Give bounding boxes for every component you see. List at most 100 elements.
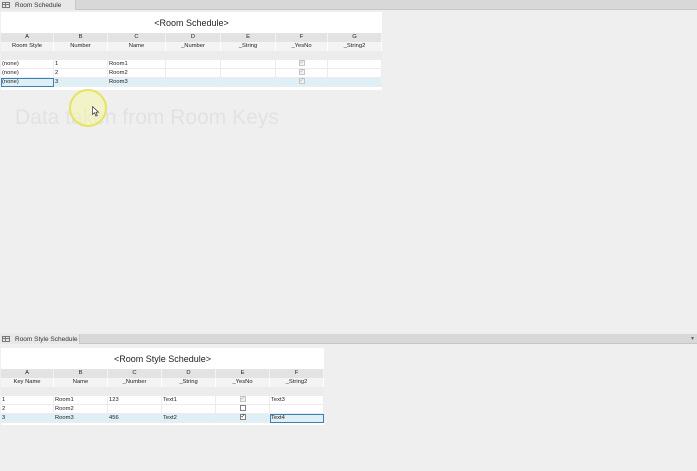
column-header[interactable]: _Number — [166, 42, 221, 51]
column-letter[interactable]: C — [108, 33, 166, 42]
column-header[interactable]: _YesNo — [216, 378, 270, 387]
param-string-cell[interactable]: Text2 — [162, 414, 216, 423]
number-cell[interactable]: 1 — [54, 60, 108, 69]
name-cell[interactable]: Room1 — [108, 60, 166, 69]
tab-label: Room Style Schedule — [15, 335, 78, 343]
table-row[interactable]: 1 Room1 123 Text1 Text3 — [1, 396, 324, 405]
schedule-title: <Room Style Schedule> — [113, 353, 212, 364]
room-style-cell[interactable]: (none) — [1, 69, 54, 78]
number-cell[interactable]: 3 — [54, 78, 108, 87]
param-string-cell[interactable]: Text1 — [162, 396, 216, 405]
column-header[interactable]: _String2 — [328, 42, 382, 51]
column-letter[interactable]: G — [328, 33, 382, 42]
table-row[interactable]: 2 Room2 — [1, 405, 324, 414]
schedule-grid-icon — [2, 2, 10, 8]
tab-label: Room Schedule — [15, 1, 62, 9]
overlay-caption: Data taken from Room Keys — [15, 106, 279, 129]
schedule-grid-icon — [2, 336, 10, 342]
param-number-cell[interactable] — [166, 60, 221, 69]
param-string-cell[interactable] — [162, 405, 216, 414]
param-number-cell[interactable] — [166, 69, 221, 78]
table-row[interactable]: (none) 2 Room2 — [1, 69, 382, 78]
number-cell[interactable]: 2 — [54, 69, 108, 78]
yesno-cell[interactable] — [216, 405, 270, 414]
view-tab-bar: Room Schedule — [0, 0, 697, 10]
column-letter[interactable]: E — [216, 369, 270, 378]
view-tab-bar: Room Style Schedule ▾ — [0, 334, 697, 344]
name-cell[interactable]: Room1 — [54, 396, 108, 405]
column-letter[interactable]: B — [54, 369, 108, 378]
param-string-cell[interactable] — [221, 60, 276, 69]
chevron-down-icon[interactable]: ▾ — [691, 335, 694, 342]
room-schedule-table: <Room Schedule> A B C D E F G Room Style… — [1, 12, 382, 90]
column-header[interactable]: Number — [54, 42, 108, 51]
yesno-cell[interactable] — [276, 69, 328, 78]
name-cell[interactable]: Room2 — [108, 69, 166, 78]
key-name-cell[interactable]: 3 — [1, 414, 54, 423]
table-row-selected[interactable]: (none) 3 Room3 — [1, 78, 382, 87]
yesno-cell[interactable] — [276, 78, 328, 87]
yesno-cell[interactable] — [216, 414, 270, 423]
name-cell[interactable]: Room3 — [54, 414, 108, 423]
param-string2-cell[interactable]: Text4 — [270, 414, 324, 423]
param-number-cell[interactable]: 456 — [108, 414, 162, 423]
param-string2-cell[interactable] — [328, 78, 382, 87]
param-string2-cell[interactable]: Text3 — [270, 396, 324, 405]
param-string2-cell[interactable] — [328, 60, 382, 69]
column-header[interactable]: _String2 — [270, 378, 324, 387]
column-header[interactable]: Room Style — [1, 42, 54, 51]
column-header[interactable]: Name — [54, 378, 108, 387]
room-style-cell[interactable]: (none) — [1, 78, 54, 87]
column-header[interactable]: _String — [162, 378, 216, 387]
column-header[interactable]: Name — [108, 42, 166, 51]
yesno-cell[interactable] — [276, 60, 328, 69]
column-header[interactable]: Key Name — [1, 378, 54, 387]
column-letter[interactable]: C — [108, 369, 162, 378]
column-header[interactable]: _YesNo — [276, 42, 328, 51]
param-number-cell[interactable] — [108, 405, 162, 414]
column-header-row: Room Style Number Name _Number _String _… — [1, 42, 382, 51]
key-name-cell[interactable]: 2 — [1, 405, 54, 414]
yesno-checkbox[interactable] — [298, 60, 305, 68]
click-highlight-ring — [69, 89, 107, 127]
yesno-checkbox[interactable] — [239, 414, 246, 422]
header-spacer — [1, 51, 382, 60]
column-letter-row: A B C D E F G — [1, 33, 382, 42]
column-letter[interactable]: D — [166, 33, 221, 42]
room-style-cell[interactable]: (none) — [1, 60, 54, 69]
column-header[interactable]: _String — [221, 42, 276, 51]
yesno-checkbox[interactable] — [298, 78, 305, 86]
param-number-cell[interactable] — [166, 78, 221, 87]
room-schedule-view: Room Schedule <Room Schedule> A B C D E … — [0, 0, 697, 333]
tab-room-schedule[interactable]: Room Schedule — [0, 0, 76, 10]
yesno-checkbox[interactable] — [239, 396, 246, 404]
name-cell[interactable]: Room2 — [54, 405, 108, 414]
param-string2-cell[interactable] — [328, 69, 382, 78]
tab-room-style-schedule[interactable]: Room Style Schedule — [0, 334, 80, 344]
column-header-row: Key Name Name _Number _String _YesNo _St… — [1, 378, 324, 387]
yesno-cell[interactable] — [216, 396, 270, 405]
column-letter[interactable]: A — [1, 33, 54, 42]
key-name-cell[interactable]: 1 — [1, 396, 54, 405]
yesno-checkbox[interactable] — [239, 405, 246, 411]
param-string-cell[interactable] — [221, 69, 276, 78]
column-letter[interactable]: E — [221, 33, 276, 42]
room-style-schedule-table: <Room Style Schedule> A B C D E F Key Na… — [1, 348, 324, 425]
column-letter[interactable]: F — [270, 369, 324, 378]
param-string2-cell[interactable] — [270, 405, 324, 414]
column-letter[interactable]: B — [54, 33, 108, 42]
yesno-checkbox[interactable] — [298, 69, 305, 77]
column-letter[interactable]: F — [276, 33, 328, 42]
name-cell[interactable]: Room3 — [108, 78, 166, 87]
column-letter[interactable]: A — [1, 369, 54, 378]
param-number-cell[interactable]: 123 — [108, 396, 162, 405]
room-style-schedule-view: Room Style Schedule ▾ <Room Style Schedu… — [0, 334, 697, 471]
header-spacer — [1, 387, 324, 396]
table-row[interactable]: (none) 1 Room1 — [1, 60, 382, 69]
schedule-title: <Room Schedule> — [154, 17, 229, 28]
column-header[interactable]: _Number — [108, 378, 162, 387]
column-letter[interactable]: D — [162, 369, 216, 378]
param-string-cell[interactable] — [221, 78, 276, 87]
table-row-selected[interactable]: 3 Room3 456 Text2 Text4 — [1, 414, 324, 423]
column-letter-row: A B C D E F — [1, 369, 324, 378]
